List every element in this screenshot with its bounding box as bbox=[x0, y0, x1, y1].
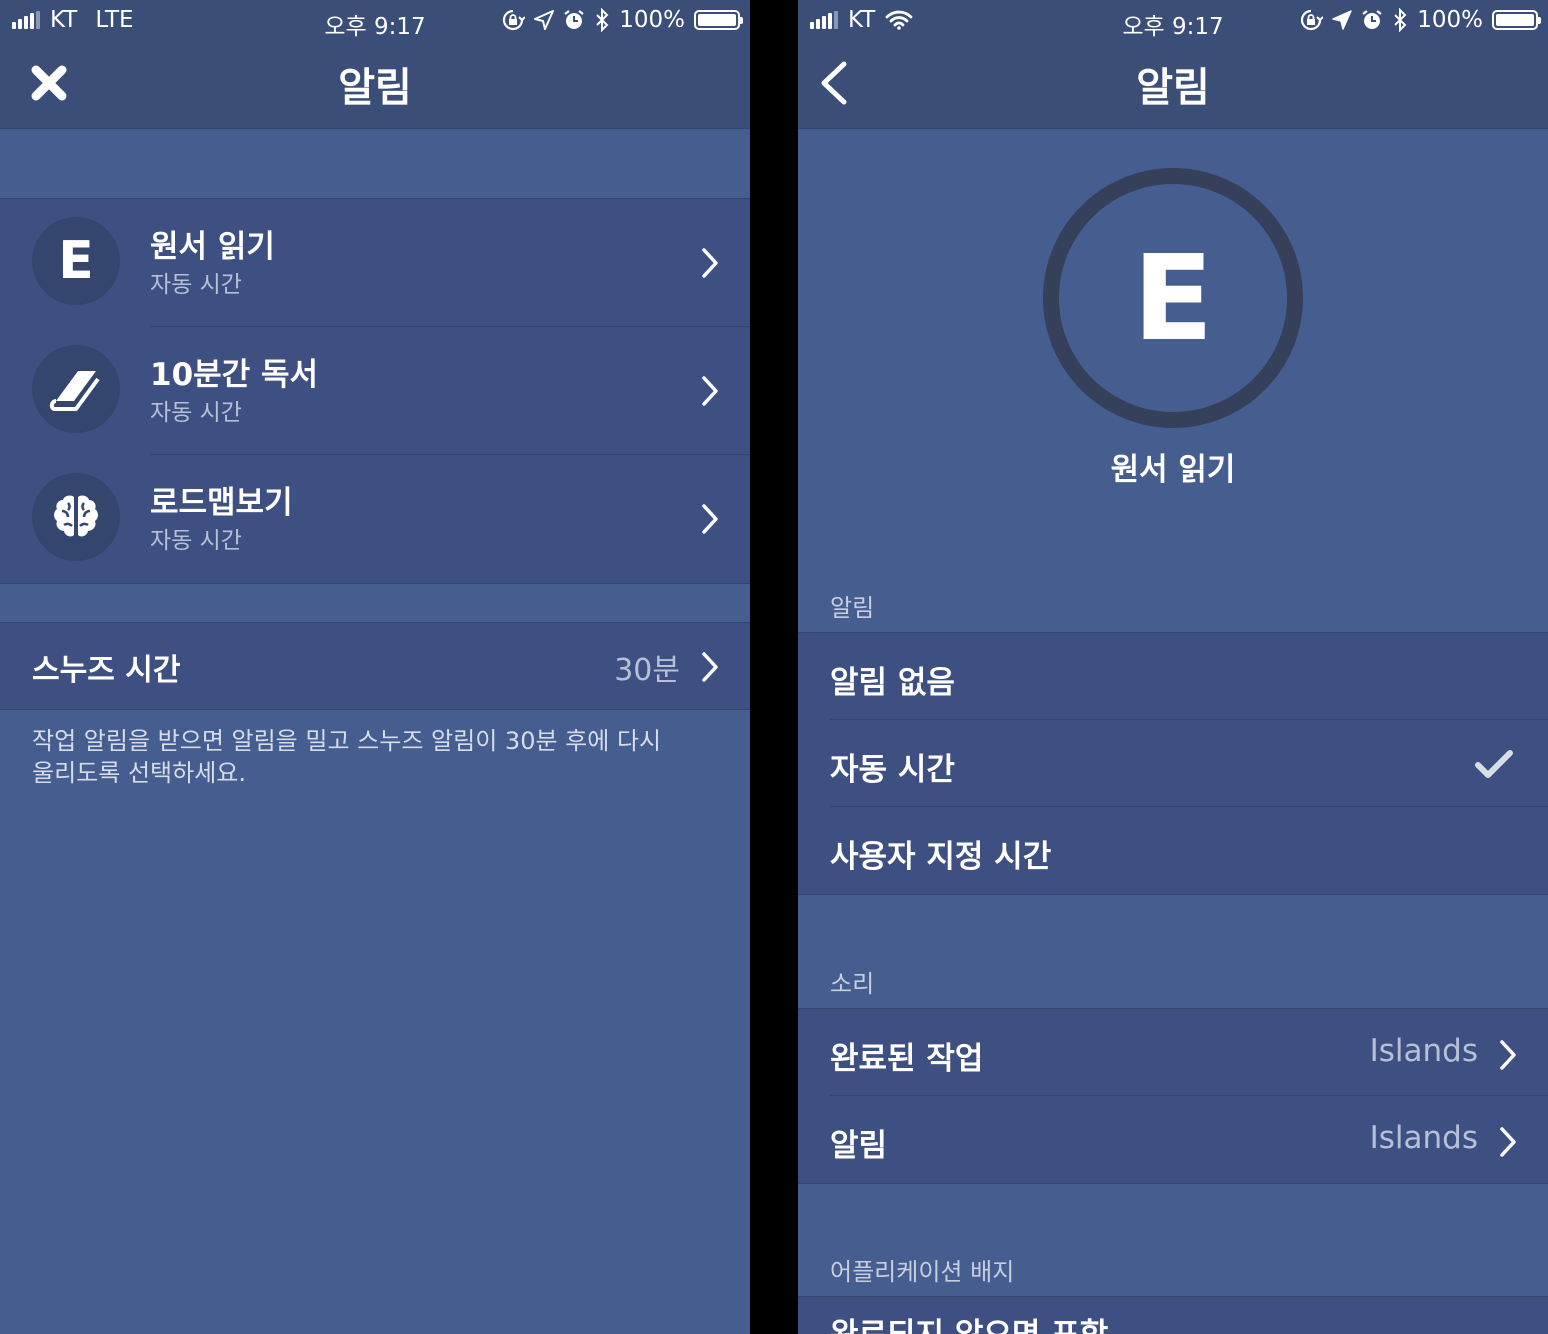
chevron-right-icon bbox=[702, 248, 718, 278]
task-list: E 원서 읽기 자동 시간 10분간 독서 자동 시간 로드맵보기 자동 시간 bbox=[0, 198, 750, 584]
navigation-bar: 알림 bbox=[798, 40, 1548, 129]
task-row-1[interactable]: 10분간 독서 자동 시간 bbox=[0, 327, 750, 455]
sound-alarm[interactable]: 알림 Islands bbox=[798, 1096, 1548, 1183]
task-subtitle: 자동 시간 bbox=[150, 272, 242, 298]
chevron-right-icon bbox=[702, 376, 718, 406]
task-title: 10분간 독서 bbox=[150, 357, 319, 393]
alarm-section-header: 알림 bbox=[830, 594, 875, 622]
page-title: 알림 bbox=[1136, 65, 1210, 111]
chevron-right-icon bbox=[1500, 1040, 1516, 1070]
brain-icon bbox=[32, 473, 120, 561]
page-title: 알림 bbox=[338, 65, 412, 111]
alarm-list-screen: KT LTE 오후 9:17 100% 알림 E 원서 읽기 자동 시간 10분… bbox=[0, 0, 750, 1334]
task-name: 원서 읽기 bbox=[1110, 452, 1236, 488]
status-bar: KT 오후 9:17 100% bbox=[798, 0, 1548, 40]
chevron-right-icon bbox=[702, 652, 718, 682]
task-row-2[interactable]: 로드맵보기 자동 시간 bbox=[0, 455, 750, 583]
checkmark-icon bbox=[1475, 750, 1513, 778]
alarm-options: 알림 없음 자동 시간 사용자 지정 시간 bbox=[798, 632, 1548, 895]
alarm-icon bbox=[564, 10, 584, 29]
letter-e-icon: E bbox=[32, 217, 120, 305]
sound-options: 완료된 작업 Islands 알림 Islands bbox=[798, 1008, 1548, 1184]
snooze-label: 스누즈 시간 bbox=[32, 653, 181, 688]
badge-options: 완료되지 않으면 포함 bbox=[798, 1296, 1548, 1334]
badge-section-header: 어플리케이션 배지 bbox=[830, 1258, 1015, 1286]
option-label: 완료된 작업 bbox=[830, 1041, 984, 1077]
sound-section-header: 소리 bbox=[830, 970, 875, 998]
task-title: 원서 읽기 bbox=[150, 229, 275, 265]
chevron-right-icon bbox=[1500, 1127, 1516, 1157]
book-icon bbox=[32, 345, 120, 433]
rotation-lock-icon bbox=[1301, 9, 1324, 31]
task-subtitle: 자동 시간 bbox=[150, 400, 242, 426]
task-subtitle: 자동 시간 bbox=[150, 528, 242, 554]
badge-include-incomplete[interactable]: 완료되지 않으면 포함 bbox=[798, 1297, 1548, 1334]
battery-icon bbox=[694, 10, 743, 30]
task-row-0[interactable]: E 원서 읽기 자동 시간 bbox=[0, 199, 750, 327]
location-icon bbox=[1332, 10, 1352, 30]
task-title: 로드맵보기 bbox=[150, 485, 293, 521]
snooze-row[interactable]: 스누즈 시간 30분 bbox=[0, 623, 750, 709]
location-icon bbox=[534, 10, 555, 30]
option-label: 알림 bbox=[830, 1128, 888, 1164]
option-label: 완료되지 않으면 포함 bbox=[830, 1309, 1108, 1334]
alarm-detail-screen: KT 오후 9:17 100% 알림 E 원서 읽기 알림 알림 없음 자동 시… bbox=[798, 0, 1548, 1334]
battery-percent: 100% bbox=[1417, 7, 1483, 33]
navigation-bar: 알림 bbox=[0, 40, 750, 129]
letter-e-icon: E bbox=[1132, 229, 1214, 367]
bluetooth-icon bbox=[1394, 8, 1407, 32]
bluetooth-icon bbox=[596, 8, 609, 32]
option-label: 사용자 지정 시간 bbox=[830, 839, 1052, 875]
option-label: 알림 없음 bbox=[830, 665, 955, 701]
sound-completed-task[interactable]: 완료된 작업 Islands bbox=[798, 1009, 1548, 1096]
alarm-icon bbox=[1362, 10, 1382, 29]
option-value: Islands bbox=[1369, 1120, 1478, 1156]
snooze-description: 작업 알림을 받으면 알림을 밀고 스누즈 알림이 30분 후에 다시 울리도록… bbox=[32, 727, 662, 787]
option-label: 자동 시간 bbox=[830, 752, 955, 788]
option-no-alarm[interactable]: 알림 없음 bbox=[798, 633, 1548, 720]
chevron-right-icon bbox=[702, 504, 718, 534]
option-auto-time[interactable]: 자동 시간 bbox=[798, 720, 1548, 807]
option-value: Islands bbox=[1369, 1033, 1478, 1069]
battery-icon bbox=[1492, 10, 1541, 30]
rotation-lock-icon bbox=[503, 9, 526, 31]
snooze-value: 30분 bbox=[614, 653, 680, 688]
option-custom-time[interactable]: 사용자 지정 시간 bbox=[798, 807, 1548, 894]
status-bar: KT LTE 오후 9:17 100% bbox=[0, 0, 750, 40]
battery-percent: 100% bbox=[619, 7, 685, 33]
snooze-section: 스누즈 시간 30분 bbox=[0, 622, 750, 710]
task-icon: E bbox=[1043, 168, 1303, 428]
